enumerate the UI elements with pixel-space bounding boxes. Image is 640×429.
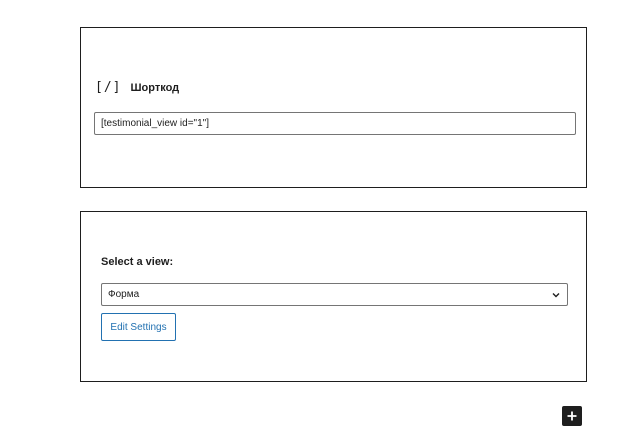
view-select-block[interactable]: Select a view: Форма Edit Settings bbox=[80, 211, 587, 382]
add-block-button[interactable] bbox=[562, 406, 582, 426]
select-view-label: Select a view: bbox=[101, 256, 174, 268]
view-select-value: Форма bbox=[108, 289, 140, 300]
view-select-dropdown[interactable]: Форма bbox=[101, 283, 568, 306]
edit-settings-button[interactable]: Edit Settings bbox=[101, 313, 176, 341]
shortcode-header: [/] Шорткод bbox=[95, 80, 179, 95]
shortcode-input[interactable] bbox=[94, 112, 576, 135]
shortcode-icon: [/] bbox=[95, 80, 122, 95]
shortcode-title: Шорткод bbox=[130, 81, 180, 94]
shortcode-block[interactable]: [/] Шорткод bbox=[80, 27, 587, 188]
chevron-down-icon bbox=[552, 292, 560, 297]
plus-icon bbox=[567, 411, 577, 421]
